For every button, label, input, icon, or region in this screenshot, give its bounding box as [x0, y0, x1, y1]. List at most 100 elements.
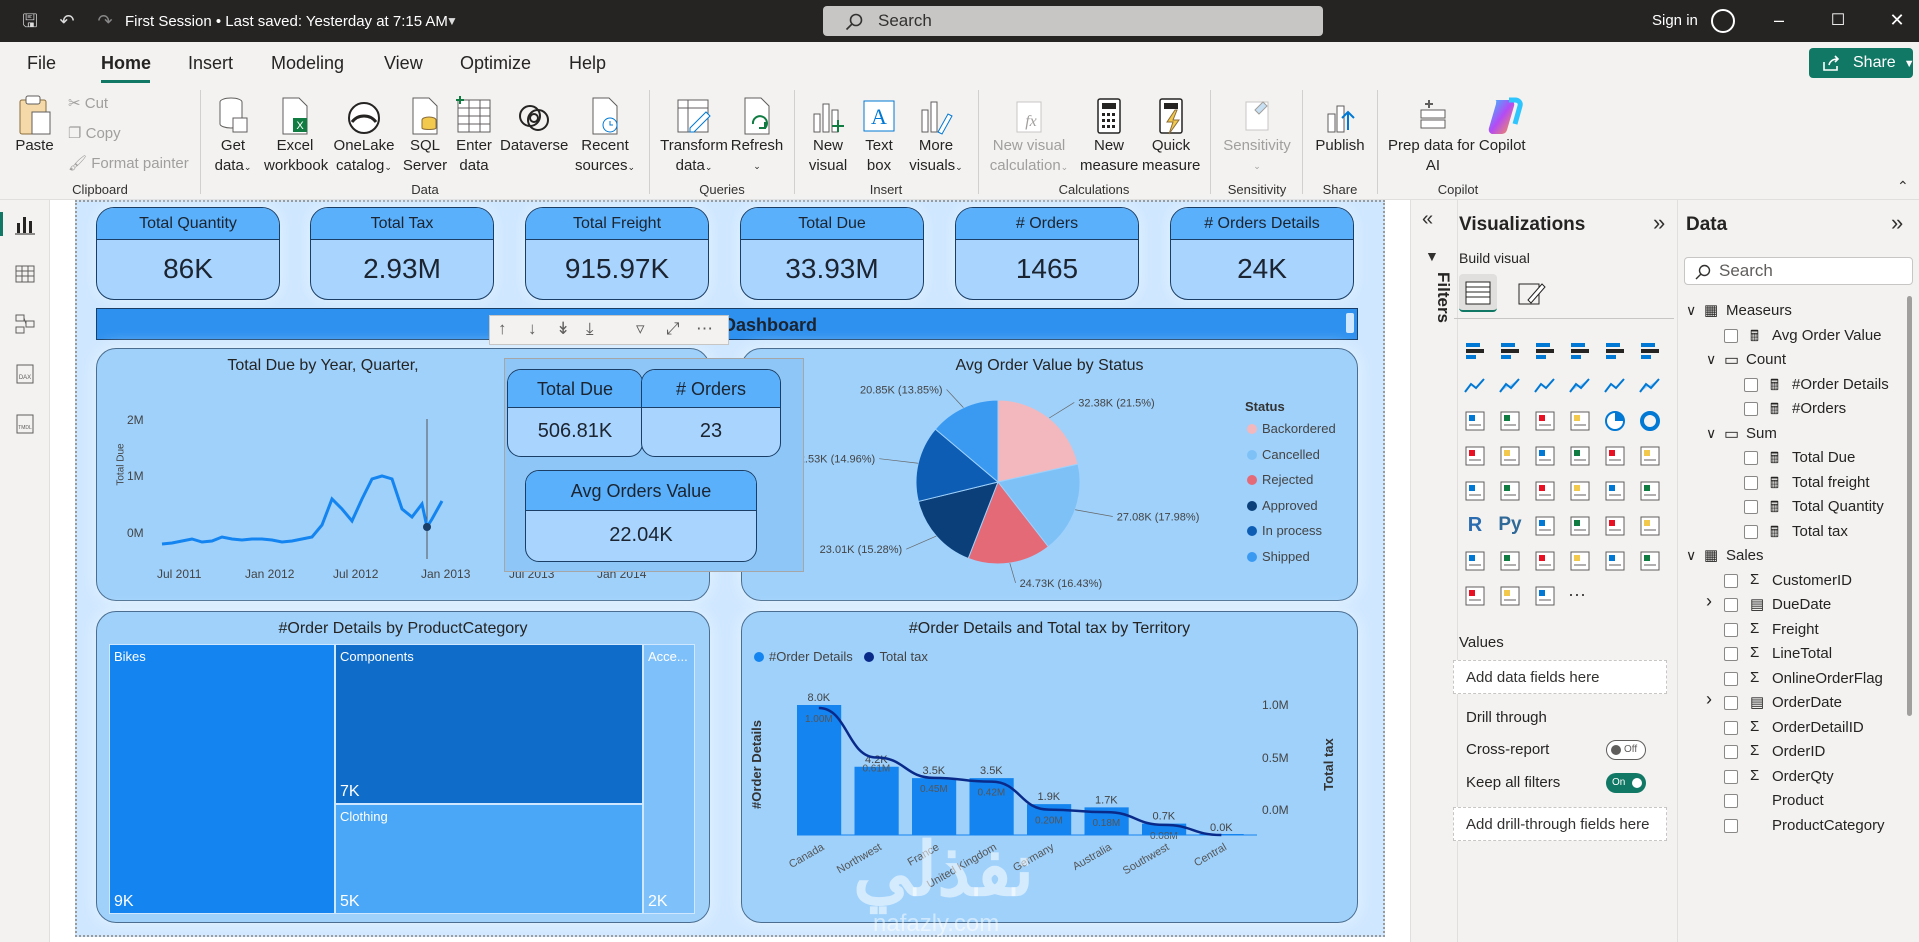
values-drop-zone[interactable]: Add data fields here: [1453, 660, 1667, 694]
field-list-item[interactable]: 🖩 Total freight: [1678, 472, 1904, 494]
chevron-down-icon[interactable]: ∨: [1686, 547, 1696, 564]
legend-item[interactable]: Approved: [1247, 498, 1336, 524]
decomposition-tree-icon[interactable]: [1568, 514, 1592, 538]
field-list-item[interactable]: Σ Freight: [1678, 619, 1904, 641]
field-list-item[interactable]: Σ OrderID: [1678, 741, 1904, 763]
multi-row-card-icon[interactable]: [1463, 479, 1487, 503]
build-visual-tab[interactable]: [1459, 274, 1497, 312]
metrics-icon[interactable]: [1463, 584, 1487, 608]
new-visual-button[interactable]: New visual: [806, 90, 850, 176]
paginated-report-icon[interactable]: [1498, 549, 1522, 573]
menu-view[interactable]: View: [384, 53, 423, 74]
field-list-item[interactable]: ∨ ▭ Count: [1678, 349, 1904, 371]
prep-data-copilot-button[interactable]: Prep data for Copilot AI: [1388, 90, 1526, 176]
stacked-bar-chart-icon[interactable]: [1463, 339, 1487, 363]
report-canvas[interactable]: Total Quantity 86K Total Tax 2.93M Total F…: [50, 200, 1410, 942]
ribbon-chart-icon[interactable]: [1463, 409, 1487, 433]
get-data-button[interactable]: Get data⌄: [208, 90, 258, 177]
kpi-card-orders-details[interactable]: # Orders Details 24K: [1170, 207, 1354, 300]
line-stacked-column-chart-icon[interactable]: [1603, 374, 1627, 398]
avatar-icon[interactable]: [1711, 9, 1735, 33]
power-apps-icon[interactable]: [1533, 549, 1557, 573]
field-checkbox[interactable]: [1724, 818, 1738, 833]
field-list-item[interactable]: ∨ ▦ Sales: [1678, 545, 1904, 567]
share-button[interactable]: Share ▼: [1809, 48, 1915, 78]
text-box-button[interactable]: A Text box: [858, 90, 900, 176]
field-list-item[interactable]: 🖩 Avg Order Value: [1678, 325, 1904, 347]
100-stacked-area-chart-icon[interactable]: [1568, 374, 1592, 398]
field-checkbox[interactable]: [1744, 377, 1758, 392]
transform-data-button[interactable]: Transform data⌄: [660, 90, 728, 177]
field-checkbox[interactable]: [1724, 598, 1738, 612]
file-title[interactable]: First Session • Last saved: Yesterday at…: [125, 13, 448, 30]
field-list-item[interactable]: 🖩 Total Due: [1678, 447, 1904, 469]
field-checkbox[interactable]: [1724, 769, 1738, 784]
field-checkbox[interactable]: [1724, 647, 1738, 661]
field-checkbox[interactable]: [1744, 500, 1758, 514]
image-icon[interactable]: [1638, 549, 1662, 573]
combo-chart-panel[interactable]: #Order Details and Total tax by Territor…: [741, 611, 1358, 923]
field-list-item[interactable]: › ▤ DueDate: [1678, 591, 1904, 616]
field-checkbox[interactable]: [1744, 524, 1758, 539]
new-measure-button[interactable]: New measure: [1080, 90, 1138, 176]
menu-modeling[interactable]: Modeling: [271, 53, 344, 74]
power-automate-icon[interactable]: [1568, 549, 1592, 573]
pie-chart-panel[interactable]: Avg Order Value by Status 32.38K (21.5%)…: [741, 348, 1358, 601]
model-view-icon[interactable]: [14, 313, 36, 335]
field-list-item[interactable]: Σ OrderQty: [1678, 766, 1904, 788]
treemap-tile-clothing[interactable]: Clothing 5K: [335, 804, 643, 914]
report-view-icon[interactable]: [14, 213, 36, 235]
chevron-down-icon[interactable]: ∨: [1686, 302, 1696, 319]
clustered-column-chart-icon[interactable]: [1568, 339, 1592, 363]
field-checkbox[interactable]: [1724, 696, 1738, 710]
refresh-button[interactable]: Refresh ⌄: [730, 90, 784, 176]
field-checkbox[interactable]: [1724, 622, 1738, 637]
card-icon[interactable]: [1638, 444, 1662, 468]
field-checkbox[interactable]: [1724, 328, 1738, 343]
redo-icon[interactable]: ↷: [94, 10, 116, 32]
menu-home[interactable]: Home: [101, 53, 151, 74]
chevron-down-icon[interactable]: ∨: [1706, 351, 1716, 368]
donut-chart-icon[interactable]: [1638, 409, 1662, 433]
close-icon[interactable]: ✕: [1886, 10, 1908, 31]
button-slicer-icon[interactable]: [1603, 549, 1627, 573]
sensitivity-button[interactable]: Sensitivity ⌄: [1220, 90, 1294, 176]
field-list-item[interactable]: Σ CustomerID: [1678, 570, 1904, 592]
copy-button[interactable]: ❐ Copy: [68, 124, 121, 142]
collapse-pane-icon[interactable]: »: [1891, 210, 1903, 236]
keep-filters-toggle[interactable]: On: [1606, 773, 1646, 793]
power-apps-2-icon[interactable]: [1498, 584, 1522, 608]
scatter-chart-icon[interactable]: [1568, 409, 1592, 433]
key-influencers-icon[interactable]: [1533, 514, 1557, 538]
format-painter-button[interactable]: 🖌 Format painter: [68, 154, 189, 172]
cut-button[interactable]: ✂ Cut: [68, 94, 108, 112]
cross-report-toggle[interactable]: Off: [1606, 740, 1646, 760]
gauge-icon[interactable]: [1603, 444, 1627, 468]
100-stacked-column-chart-icon[interactable]: [1638, 339, 1662, 363]
dataverse-button[interactable]: Dataverse: [500, 90, 568, 156]
filled-map-icon[interactable]: [1533, 444, 1557, 468]
kpi-card-total-freight[interactable]: Total Freight 915.97K: [525, 207, 709, 300]
tmdl-view-icon[interactable]: TMDL: [14, 413, 36, 435]
field-checkbox[interactable]: [1744, 475, 1758, 490]
chevron-right-icon[interactable]: ›: [1706, 689, 1712, 710]
filters-pane-collapsed[interactable]: « ▼ Filters: [1410, 200, 1458, 942]
expand-next-level-icon[interactable]: ↡: [556, 319, 570, 339]
chevron-right-icon[interactable]: ›: [1706, 591, 1712, 612]
collapse-ribbon-icon[interactable]: ⌃: [1897, 178, 1909, 195]
more-options-icon[interactable]: ⋯: [696, 319, 713, 339]
sign-in-link[interactable]: Sign in: [1652, 12, 1698, 29]
onelake-catalog-button[interactable]: OneLake catalog⌄: [333, 90, 395, 177]
field-checkbox[interactable]: [1724, 794, 1738, 808]
treemap-panel[interactable]: #Order Details by ProductCategory Bikes …: [96, 611, 710, 923]
field-list-item[interactable]: Σ LineTotal: [1678, 643, 1904, 665]
new-visual-calculation-button[interactable]: fx New visual calculation⌄: [988, 90, 1070, 177]
field-list-item[interactable]: Product: [1678, 790, 1904, 812]
100-stacked-bar-chart-icon[interactable]: [1603, 339, 1627, 363]
qa-icon[interactable]: [1603, 514, 1627, 538]
custom-visual-icon[interactable]: [1533, 584, 1557, 608]
field-checkbox[interactable]: [1724, 671, 1738, 686]
line-clustered-column-chart-icon[interactable]: [1638, 374, 1662, 398]
waterfall-chart-icon[interactable]: [1498, 409, 1522, 433]
drill-down-icon[interactable]: ↓: [528, 319, 537, 339]
